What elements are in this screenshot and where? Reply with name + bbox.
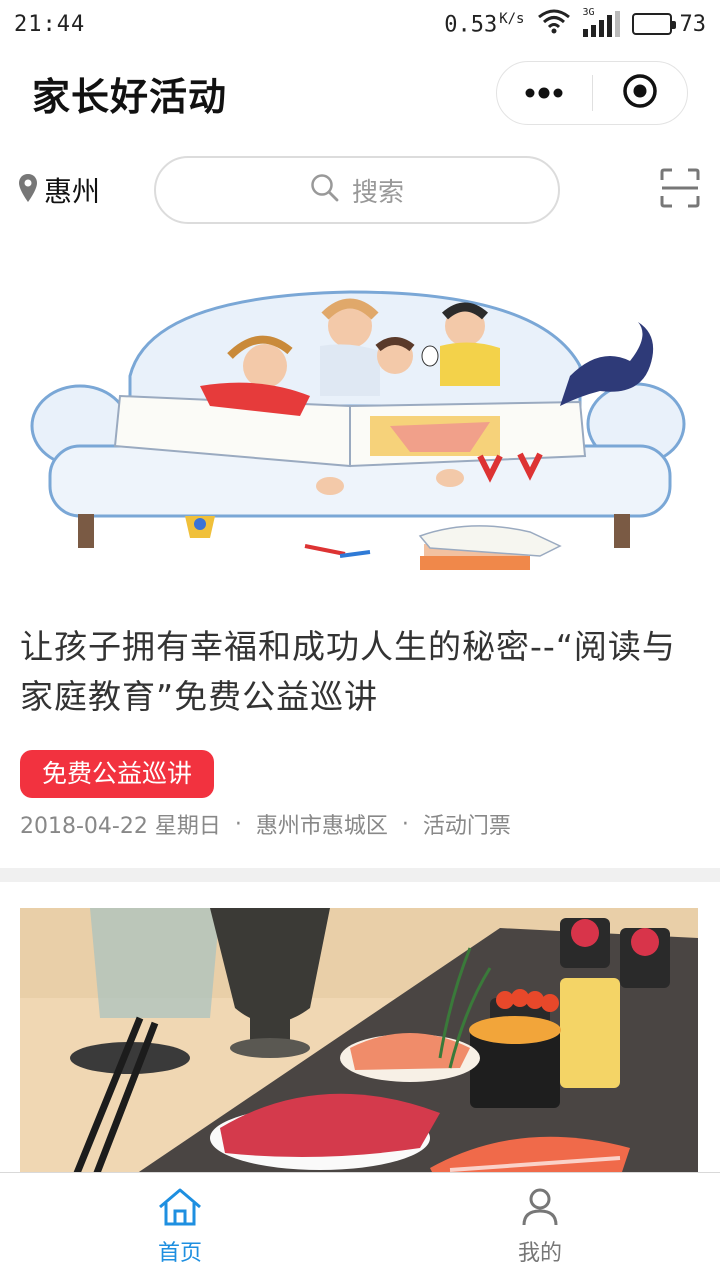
home-icon [157, 1187, 203, 1231]
activity-location: 惠州市惠城区 [255, 814, 388, 839]
net-speed: 0.53 K/s [444, 10, 525, 38]
tab-home[interactable]: 首页 [0, 1173, 360, 1280]
activity-category: 活动门票 [422, 814, 511, 839]
activity-title: 让孩子拥有幸福和成功人生的秘密--“阅读与家庭教育”免费公益巡讲 [20, 627, 676, 716]
activity-cover-image [20, 256, 700, 616]
location-pin-icon [18, 173, 38, 207]
status-indicators: 0.53 K/s 3G 73 [444, 7, 706, 41]
user-icon [520, 1187, 560, 1231]
status-bar: 21:44 0.53 K/s 3G 73 [0, 0, 720, 48]
activity-card[interactable] [0, 882, 720, 1172]
nav-bar: 家长好活动 [0, 48, 720, 138]
search-placeholder: 搜索 [351, 177, 404, 208]
tab-bar: 首页 我的 [0, 1172, 720, 1280]
more-dots-icon [524, 84, 564, 103]
activity-meta: 2018-04-22 星期日 · 惠州市惠城区 · 活动门票 [20, 808, 511, 840]
activity-tag: 免费公益巡讲 [20, 750, 215, 798]
activity-date: 2018-04-22 星期日 [20, 814, 221, 839]
status-time: 21:44 [14, 11, 86, 37]
location-selector[interactable]: 惠州 [18, 170, 148, 210]
tab-label: 我的 [517, 1240, 562, 1266]
wifi-icon [537, 7, 571, 41]
network-type: 3G [582, 7, 595, 18]
tab-mine[interactable]: 我的 [360, 1173, 720, 1280]
activity-feed: 让孩子拥有幸福和成功人生的秘密--“阅读与家庭教育”免费公益巡讲 免费公益巡讲 … [0, 240, 720, 1172]
more-button[interactable] [497, 62, 592, 124]
battery-level: 73 [679, 11, 707, 37]
mini-program-capsule [496, 61, 688, 125]
scan-button[interactable] [658, 168, 702, 212]
activity-card[interactable]: 让孩子拥有幸福和成功人生的秘密--“阅读与家庭教育”免费公益巡讲 免费公益巡讲 … [0, 240, 720, 868]
meta-separator: · [234, 811, 242, 837]
search-input[interactable]: 搜索 [154, 156, 560, 224]
search-row: 惠州 搜索 [0, 150, 720, 230]
scan-icon [660, 168, 700, 212]
close-button[interactable] [593, 62, 688, 124]
activity-cover-image [20, 908, 698, 1172]
target-circle-icon [622, 73, 658, 113]
search-icon [310, 173, 340, 207]
battery-indicator: 73 [631, 11, 707, 37]
meta-separator: · [401, 811, 409, 837]
battery-icon [631, 13, 676, 35]
page-title: 家长好活动 [32, 74, 228, 119]
signal-icon: 3G [582, 7, 620, 37]
location-label: 惠州 [44, 175, 101, 208]
tab-label: 首页 [157, 1240, 202, 1266]
